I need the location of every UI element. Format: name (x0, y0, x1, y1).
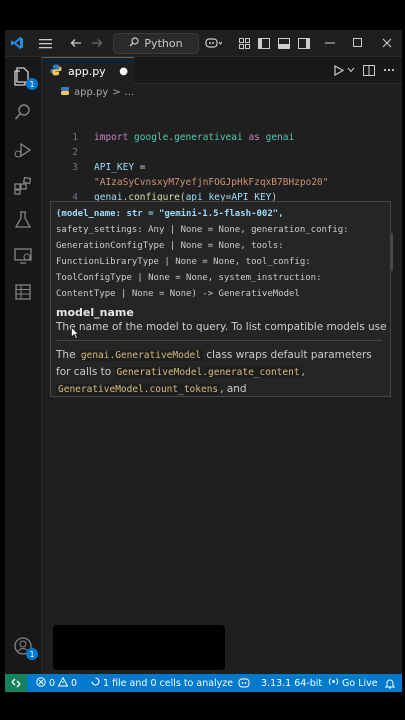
hover-tooltip: (model_name: str = "gemini-1.5-flash-002… (50, 201, 391, 397)
activity-bar: 1 1 (5, 57, 42, 690)
menu-icon[interactable] (37, 34, 53, 52)
go-live-button[interactable]: Go Live (328, 674, 378, 692)
warning-count: 0 (71, 677, 78, 689)
line-number: 3 (72, 162, 78, 173)
search-icon[interactable] (12, 101, 34, 123)
tab-app-py[interactable]: app.py ● (42, 57, 134, 84)
signature-active-param: (model_name: str = "gemini-1.5-flash-002… (56, 209, 284, 219)
class-doc-text: , (301, 366, 305, 378)
code-token: API_KEY (94, 162, 135, 173)
chevron-down-icon[interactable] (346, 61, 356, 79)
warning-icon (57, 676, 69, 690)
search-icon (129, 37, 140, 50)
go-live-label: Go Live (342, 677, 378, 689)
back-arrow-icon[interactable] (68, 34, 84, 52)
class-doc-text: The (56, 349, 76, 361)
code-content: API_KEY = (94, 160, 146, 175)
code-token: = (134, 162, 146, 173)
close-icon[interactable] (380, 34, 394, 52)
line-number: 1 (72, 132, 78, 143)
breadcrumb-symbol[interactable]: ... (125, 87, 135, 98)
remote-explorer-icon[interactable] (12, 245, 34, 267)
param-name: model_name (56, 306, 134, 319)
search-label: Python (144, 37, 183, 50)
class-doc-code: GenerativeModel.generate_content (114, 367, 302, 378)
more-actions-icon[interactable] (382, 61, 396, 79)
video-overlay (53, 625, 225, 670)
remote-icon[interactable] (5, 674, 27, 692)
breadcrumb: app.py > ... (42, 84, 134, 100)
class-doc-code: GenerativeModel.count_tokens (56, 384, 221, 395)
function-signature: (model_name: str = "gemini-1.5-flash-002… (56, 206, 386, 302)
code-content: import google.generativeai as genai (94, 130, 294, 145)
minimize-icon[interactable] (323, 34, 337, 52)
run-debug-icon[interactable] (12, 139, 34, 161)
panel-left-icon[interactable] (257, 34, 271, 52)
python-file-icon (60, 86, 70, 99)
unsaved-dot-icon[interactable]: ● (119, 66, 128, 77)
python-interpreter[interactable]: 3.13.1 64-bit (261, 674, 322, 692)
extensions-icon[interactable] (12, 175, 34, 197)
class-doc-code: genai.GenerativeModel (78, 350, 203, 361)
mouse-pointer-icon (71, 324, 80, 343)
code-token: import (94, 132, 135, 143)
class-doc: The genai.GenerativeModel class wraps de… (56, 347, 382, 398)
code-token: as (242, 132, 266, 143)
database-icon[interactable] (12, 281, 34, 303)
code-token: "AIzaSyCvnsxyM7yefjnFOGJpHkFzqxB7BHzpo20… (94, 177, 329, 188)
panel-right-icon[interactable] (297, 34, 311, 52)
command-center-search[interactable]: Python (113, 33, 199, 54)
explorer-badge: 1 (26, 78, 38, 90)
problems-indicator[interactable]: 0 0 (36, 674, 77, 692)
code-content: "AIzaSyCvnsxyM7yefjnFOGJpHkFzqxB7BHzpo20… (94, 175, 329, 190)
breadcrumb-file[interactable]: app.py (74, 87, 108, 98)
tab-label: app.py (68, 64, 106, 78)
breadcrumb-separator: > (112, 86, 121, 98)
accounts-icon[interactable]: 1 (12, 635, 38, 660)
loading-icon (91, 677, 100, 689)
notifications-bell-icon[interactable] (385, 674, 395, 692)
panel-bottom-icon[interactable] (277, 34, 291, 52)
code-token: genai (265, 132, 295, 143)
maximize-icon[interactable] (351, 34, 365, 52)
layout-icon[interactable] (237, 34, 251, 52)
error-count: 0 (49, 677, 56, 689)
hover-divider (56, 340, 382, 341)
testing-icon[interactable] (12, 209, 34, 231)
copilot-icon[interactable] (202, 34, 224, 52)
accounts-badge: 1 (26, 648, 38, 660)
class-doc-text: , and (220, 383, 247, 395)
signature-rest: safety_settings: Any | None = None, gene… (56, 225, 355, 299)
line-number: 2 (72, 147, 78, 158)
explorer-icon[interactable]: 1 (12, 65, 38, 90)
param-description: The name of the model to query. To list … (56, 321, 387, 333)
analysis-status[interactable]: 1 file and 0 cells to analyze (91, 674, 233, 692)
copilot-status-icon[interactable] (238, 674, 250, 692)
vscode-logo-icon (9, 34, 25, 52)
title-bar: Python (5, 30, 402, 57)
code-token: google.generativeai (134, 132, 243, 143)
python-file-icon (50, 64, 62, 79)
split-editor-icon[interactable] (362, 61, 376, 79)
editor-tab-bar: app.py ● (42, 57, 402, 84)
analysis-text: 1 file and 0 cells to analyze (103, 677, 234, 689)
status-bar: 0 0 1 file and 0 cells to analyze 3.13.1… (5, 674, 402, 692)
error-icon (36, 676, 46, 690)
forward-arrow-icon[interactable] (89, 34, 105, 52)
run-file-icon[interactable] (332, 61, 346, 79)
broadcast-icon (328, 676, 339, 690)
